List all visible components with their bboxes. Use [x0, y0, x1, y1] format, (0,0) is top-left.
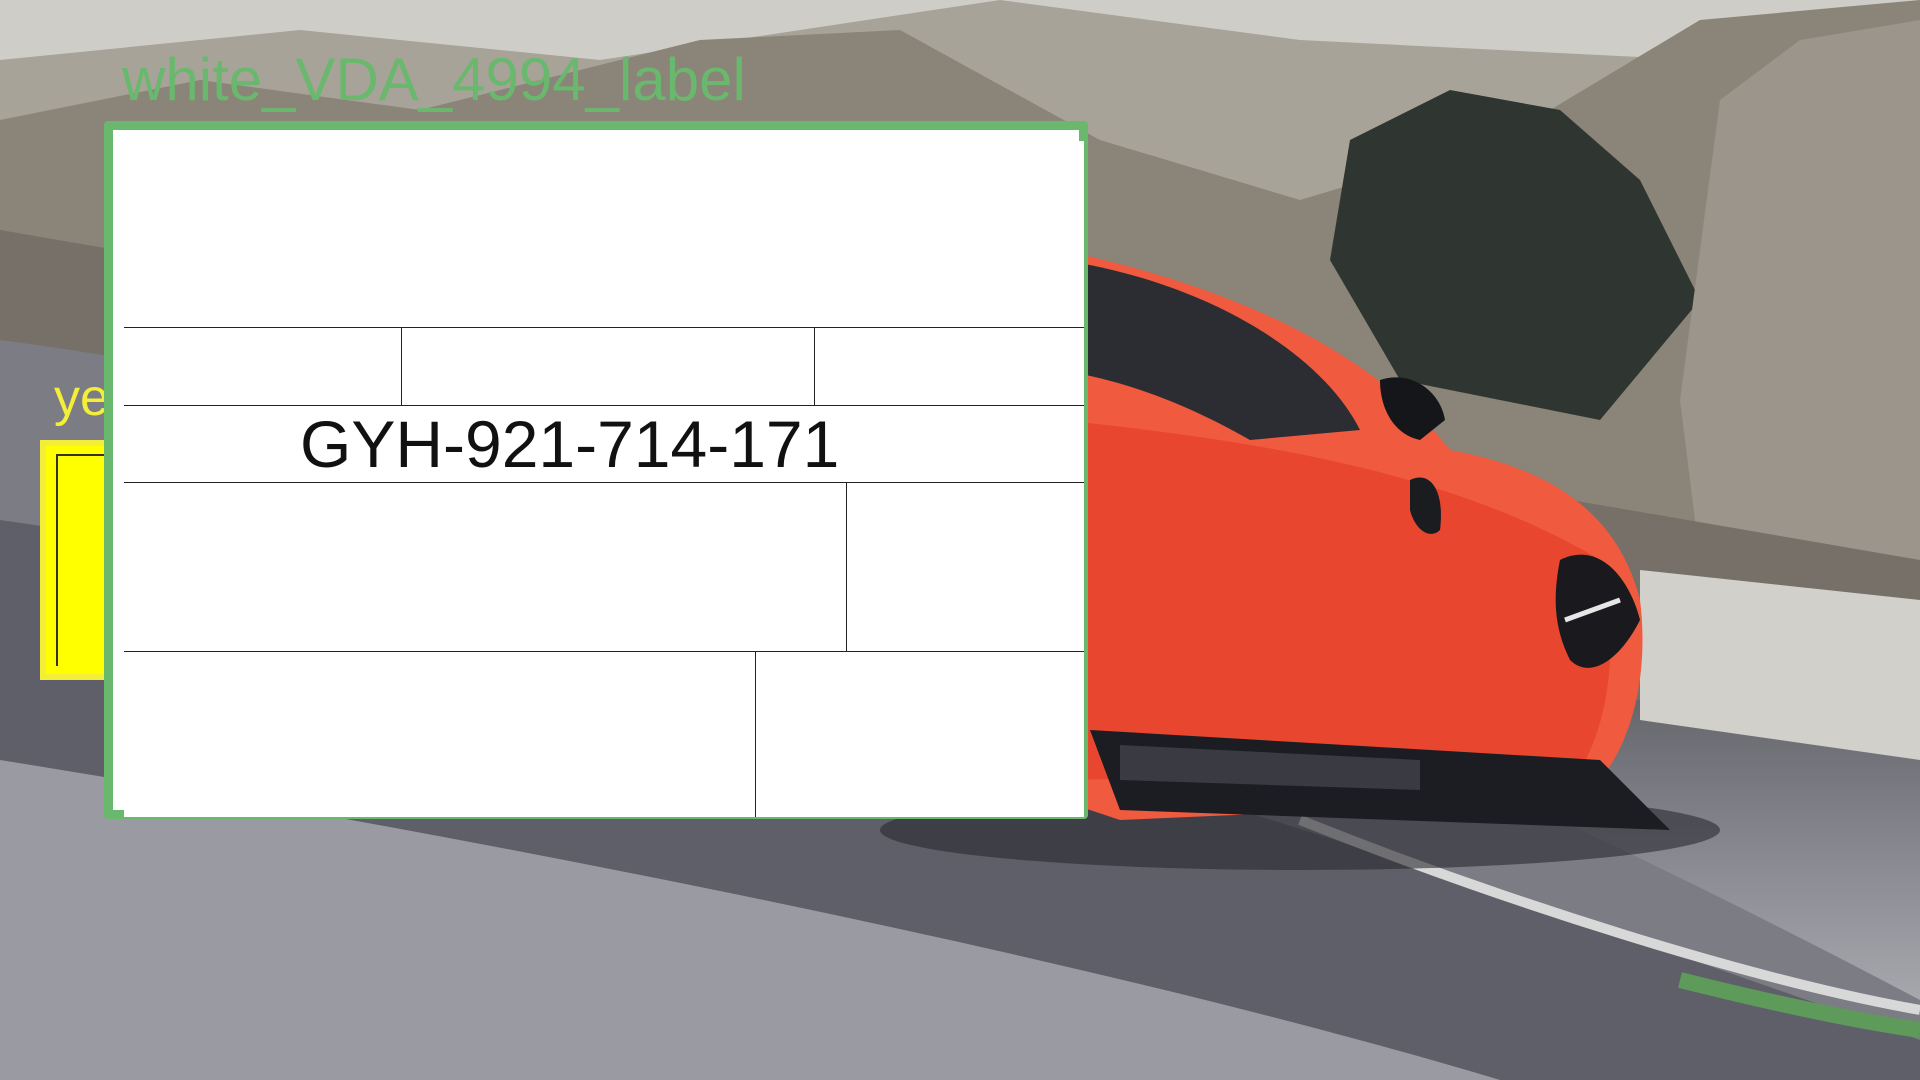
label-row-body: [124, 483, 1084, 652]
yellow-annotation-label: ye: [54, 369, 109, 427]
label-cell: [124, 483, 847, 651]
label-cell: [847, 483, 1084, 651]
label-row-header: [124, 141, 1084, 328]
green-annotation-label: white_VDA_4994_label: [122, 46, 746, 113]
tracking-number: GYH-921-714-171: [300, 407, 840, 481]
label-row-fields: [124, 328, 1084, 406]
green-annotation-box: GYH-921-714-171: [104, 121, 1088, 819]
label-row-tracking: GYH-921-714-171: [124, 406, 1084, 483]
shipping-label: GYH-921-714-171: [124, 141, 1084, 817]
label-cell: [124, 652, 756, 817]
label-cell: [815, 328, 1084, 405]
screenshot-scene: ye white_VDA_4994_label GYH-921-714-171: [0, 0, 1920, 1080]
label-cell: [756, 652, 1084, 817]
label-cell: [402, 328, 815, 405]
label-row-footer: [124, 652, 1084, 817]
label-cell: [124, 328, 402, 405]
